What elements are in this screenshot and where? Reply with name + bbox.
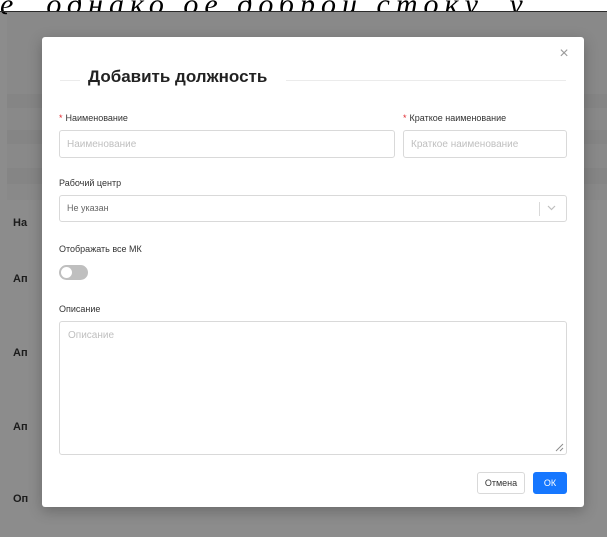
description-placeholder: Описание	[68, 330, 115, 341]
chevron-down-icon[interactable]	[546, 202, 557, 213]
dialog-title: Добавить должность	[88, 67, 268, 86]
work-center-label: Рабочий центр	[59, 178, 122, 188]
short-name-label-text: Краткое наименование	[409, 113, 507, 123]
dialog-header: Добавить должность	[60, 67, 566, 91]
required-mark: *	[403, 113, 407, 123]
ok-button[interactable]: ОК	[533, 472, 567, 494]
work-center-select[interactable]: Не указан	[59, 195, 567, 222]
name-label-text: Наименование	[65, 113, 128, 123]
description-textarea[interactable]: Описание	[59, 321, 567, 455]
close-icon[interactable]: ×	[557, 46, 571, 62]
description-label: Описание	[59, 304, 101, 314]
select-divider	[539, 202, 540, 216]
show-all-mk-toggle[interactable]	[59, 265, 88, 280]
show-all-mk-label: Отображать все МК	[59, 244, 142, 254]
title-divider-left	[60, 80, 80, 81]
resize-handle-icon[interactable]	[555, 443, 564, 452]
cancel-button[interactable]: Отмена	[477, 472, 525, 494]
required-mark: *	[59, 113, 63, 123]
add-position-dialog: × Добавить должность *Наименование *Крат…	[42, 37, 584, 507]
name-input[interactable]	[59, 130, 395, 158]
name-label: * Наименование	[59, 113, 128, 123]
title-divider-right	[286, 80, 566, 81]
short-name-label: * Краткое наименование	[403, 113, 506, 123]
screen: е, однако ое доброй стоку, у На Ап Ап Ап…	[0, 0, 607, 537]
short-name-input[interactable]	[403, 130, 567, 158]
work-center-value: Не указан	[67, 203, 109, 213]
toggle-knob	[61, 267, 72, 278]
